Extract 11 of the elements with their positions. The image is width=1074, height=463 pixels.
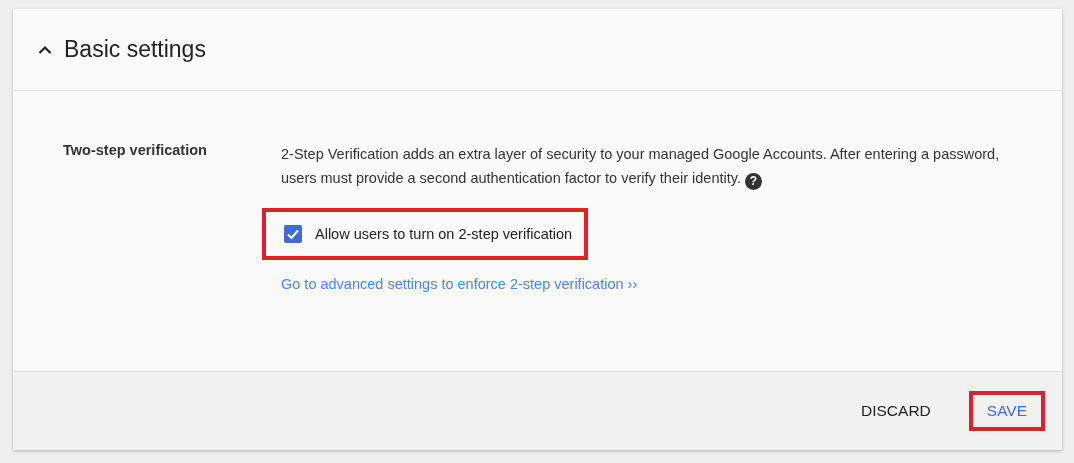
action-button[interactable]: DISCARD xyxy=(843,391,949,431)
checkbox-row[interactable]: Allow users to turn on 2-step verification xyxy=(262,208,589,260)
setting-label: Two-step verification xyxy=(62,142,208,160)
checkbox[interactable] xyxy=(284,225,302,243)
help-icon[interactable]: ? xyxy=(744,172,762,190)
action-button[interactable]: SAVE xyxy=(968,391,1045,431)
advanced-settings-link[interactable]: Go to advanced settings to enforce 2-step verification ›› xyxy=(281,276,1022,292)
section-title: Basic settings xyxy=(64,36,206,63)
setting-description: 2-Step Verification adds an extra layer of security to your managed Google Accounts. After entering a password, users must provide a second authentication factor to verify their identity. ? xyxy=(281,145,1001,190)
checkbox-label: Allow users to turn on 2-step verification xyxy=(315,226,573,242)
chevron-icon[interactable] xyxy=(38,45,52,54)
